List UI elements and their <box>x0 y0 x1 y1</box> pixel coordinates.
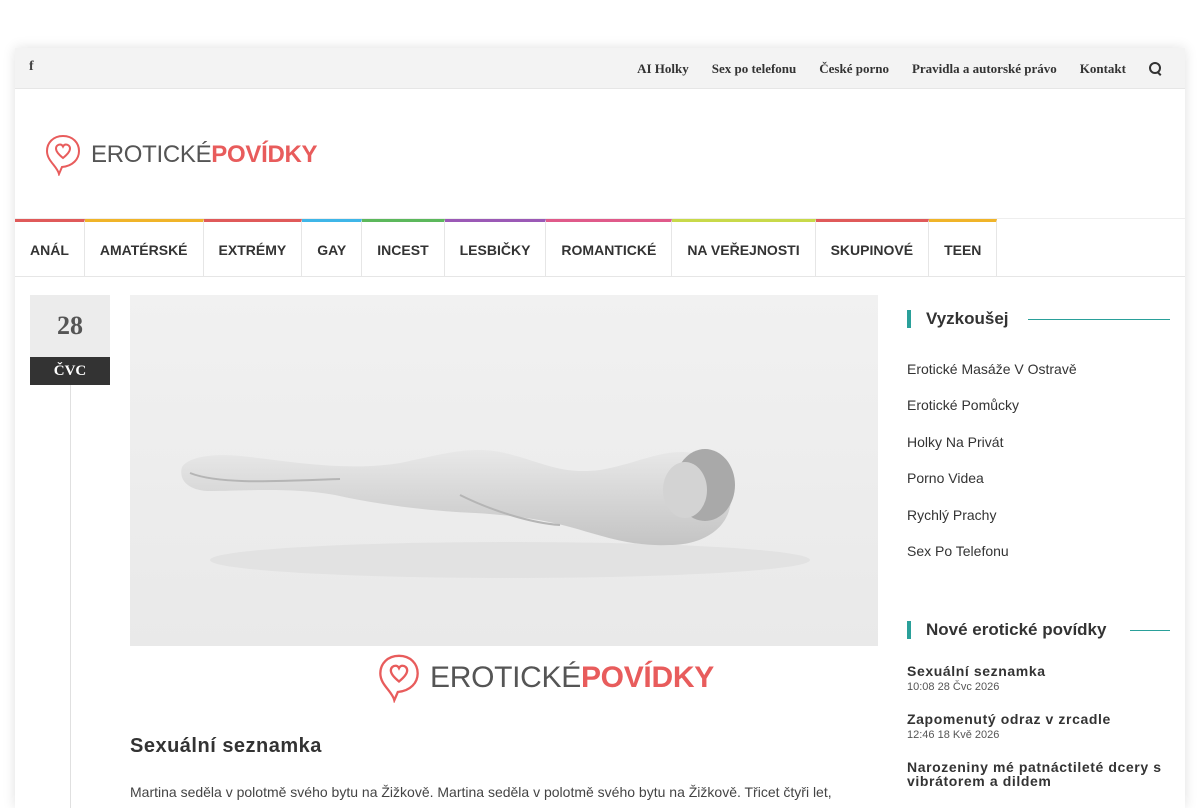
new-stories-widget: Nové erotické povídky Sexuální seznamka … <box>907 606 1170 807</box>
nav-incest[interactable]: INCEST <box>362 219 445 276</box>
nav-anal[interactable]: ANÁL <box>15 219 85 276</box>
content-area: 28 ČVC EROTICKÉPOVÍDKY Sexuální seznamka… <box>15 295 1185 808</box>
main-nav: ANÁL AMATÉRSKÉ EXTRÉMY GAY INCEST LESBIČ… <box>15 219 1185 277</box>
new-posts-list: Sexuální seznamka 10:08 28 Čvc 2026 Zapo… <box>907 664 1170 788</box>
top-bar: f AI Holky Sex po telefonu České porno P… <box>15 48 1185 89</box>
brand-watermark-logo: EROTICKÉPOVÍDKY <box>378 653 714 703</box>
top-link-ai-holky[interactable]: AI Holky <box>637 61 689 77</box>
widget-title-try: Vyzkoušej <box>907 295 1170 343</box>
list-item: Narozeniny mé patnáctileté dcery s vibrá… <box>907 760 1170 788</box>
page-container: f AI Holky Sex po telefonu České porno P… <box>15 48 1185 808</box>
title-accent-bar <box>907 621 911 639</box>
widget-title-new: Nové erotické povídky <box>907 606 1170 654</box>
list-item: Sexuální seznamka 10:08 28 Čvc 2026 <box>907 664 1170 693</box>
new-post-title[interactable]: Zapomenutý odraz v zrcadle <box>907 712 1170 726</box>
featured-photo <box>181 449 810 578</box>
try-link[interactable]: Porno Videa <box>907 470 1170 506</box>
try-link[interactable]: Holky Na Privát <box>907 434 1170 470</box>
brand-watermark-text: EROTICKÉPOVÍDKY <box>430 661 714 694</box>
nav-romanticke[interactable]: ROMANTICKÉ <box>546 219 673 276</box>
new-post-title[interactable]: Sexuální seznamka <box>907 664 1170 678</box>
heart-pin-icon <box>45 134 81 176</box>
try-link[interactable]: Rychlý Prachy <box>907 507 1170 543</box>
top-link-pravidla[interactable]: Pravidla a autorské právo <box>912 61 1057 77</box>
top-link-ceske-porno[interactable]: České porno <box>819 61 889 77</box>
title-accent-bar <box>907 310 911 328</box>
new-post-date: 12:46 18 Kvě 2026 <box>907 729 1000 741</box>
post-date-month: ČVC <box>30 357 110 385</box>
new-post-title[interactable]: Narozeniny mé patnáctileté dcery s vibrá… <box>907 760 1170 788</box>
try-link[interactable]: Erotické Masáže V Ostravě <box>907 361 1170 397</box>
nav-gay[interactable]: GAY <box>302 219 363 276</box>
top-nav: AI Holky Sex po telefonu České porno Pra… <box>614 48 1163 89</box>
nav-skupinove[interactable]: SKUPINOVÉ <box>815 219 930 276</box>
try-link[interactable]: Sex Po Telefonu <box>907 543 1170 579</box>
logo-text: EROTICKÉPOVÍDKY <box>91 141 318 168</box>
nav-lesbicky[interactable]: LESBIČKY <box>444 219 547 276</box>
top-link-sex-po-telefonu[interactable]: Sex po telefonu <box>712 61 797 77</box>
top-link-kontakt[interactable]: Kontakt <box>1080 61 1126 77</box>
site-header: EROTICKÉPOVÍDKY <box>15 89 1185 219</box>
post-date-badge: 28 ČVC <box>30 295 110 385</box>
try-links-list: Erotické Masáže V Ostravě Erotické Pomůc… <box>907 361 1170 579</box>
nav-amaterske[interactable]: AMATÉRSKÉ <box>84 219 204 276</box>
title-divider-line <box>1130 630 1170 631</box>
search-icon[interactable] <box>1149 61 1163 76</box>
widget-title-new-text: Nové erotické povídky <box>926 620 1117 640</box>
title-divider-line <box>1028 319 1170 320</box>
widget-title-try-text: Vyzkoušej <box>926 309 1019 329</box>
post-title[interactable]: Sexuální seznamka <box>130 735 322 758</box>
post-excerpt: Martina seděla v polotmě svého bytu na Ž… <box>130 784 832 800</box>
new-post-date: 10:08 28 Čvc 2026 <box>907 681 1000 693</box>
featured-image[interactable] <box>130 295 878 646</box>
facebook-icon[interactable]: f <box>29 59 34 75</box>
nav-na-verejnosti[interactable]: NA VEŘEJNOSTI <box>672 219 816 276</box>
heart-pin-icon <box>379 654 419 703</box>
sidebar: Vyzkoušej Erotické Masáže V Ostravě Erot… <box>907 295 1170 788</box>
timeline-line <box>70 385 71 808</box>
nav-extremy[interactable]: EXTRÉMY <box>203 219 303 276</box>
list-item: Zapomenutý odraz v zrcadle 12:46 18 Kvě … <box>907 712 1170 741</box>
try-link[interactable]: Erotické Pomůcky <box>907 397 1170 433</box>
site-logo[interactable]: EROTICKÉPOVÍDKY <box>45 134 318 176</box>
post-date-day: 28 <box>30 295 110 357</box>
nav-teen[interactable]: TEEN <box>929 219 998 276</box>
